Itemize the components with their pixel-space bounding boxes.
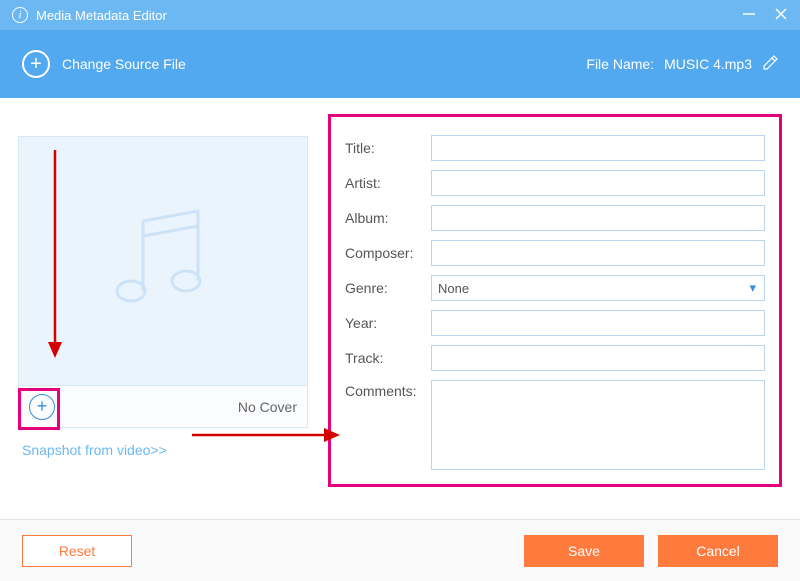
edit-filename-button[interactable] — [762, 55, 778, 74]
minimize-button[interactable] — [742, 7, 756, 24]
change-source-button[interactable]: + Change Source File — [22, 50, 186, 78]
save-button[interactable]: Save — [524, 535, 644, 567]
genre-select[interactable]: None ▾ — [431, 275, 765, 301]
filename-value: MUSIC 4.mp3 — [664, 56, 752, 72]
cancel-button[interactable]: Cancel — [658, 535, 778, 567]
change-source-label: Change Source File — [62, 56, 186, 72]
filename-display: File Name: MUSIC 4.mp3 — [586, 55, 778, 74]
track-label: Track: — [345, 350, 425, 366]
genre-label: Genre: — [345, 280, 425, 296]
cover-art-preview — [18, 136, 308, 386]
year-label: Year: — [345, 315, 425, 331]
window-title: Media Metadata Editor — [36, 8, 167, 23]
title-label: Title: — [345, 140, 425, 156]
info-icon: i — [12, 7, 28, 23]
genre-value: None — [438, 281, 469, 296]
titlebar: i Media Metadata Editor — [0, 0, 800, 30]
album-label: Album: — [345, 210, 425, 226]
chevron-down-icon: ▾ — [749, 280, 756, 296]
title-input[interactable] — [431, 135, 765, 161]
snapshot-from-video-link[interactable]: Snapshot from video>> — [18, 442, 308, 458]
plus-icon: + — [22, 50, 50, 78]
comments-textarea[interactable] — [431, 380, 765, 470]
album-input[interactable] — [431, 205, 765, 231]
composer-label: Composer: — [345, 245, 425, 261]
track-input[interactable] — [431, 345, 765, 371]
composer-input[interactable] — [431, 240, 765, 266]
close-button[interactable] — [774, 7, 788, 24]
music-note-icon — [103, 201, 223, 321]
comments-label: Comments: — [345, 380, 425, 399]
no-cover-label: No Cover — [238, 399, 297, 415]
add-cover-button[interactable]: + — [29, 394, 55, 420]
metadata-form: Title: Artist: Album: Composer: Genre: N… — [328, 114, 782, 487]
filename-label: File Name: — [586, 56, 654, 72]
footer: Reset Save Cancel — [0, 519, 800, 581]
artist-label: Artist: — [345, 175, 425, 191]
year-input[interactable] — [431, 310, 765, 336]
toolbar: + Change Source File File Name: MUSIC 4.… — [0, 30, 800, 98]
artist-input[interactable] — [431, 170, 765, 196]
reset-button[interactable]: Reset — [22, 535, 132, 567]
